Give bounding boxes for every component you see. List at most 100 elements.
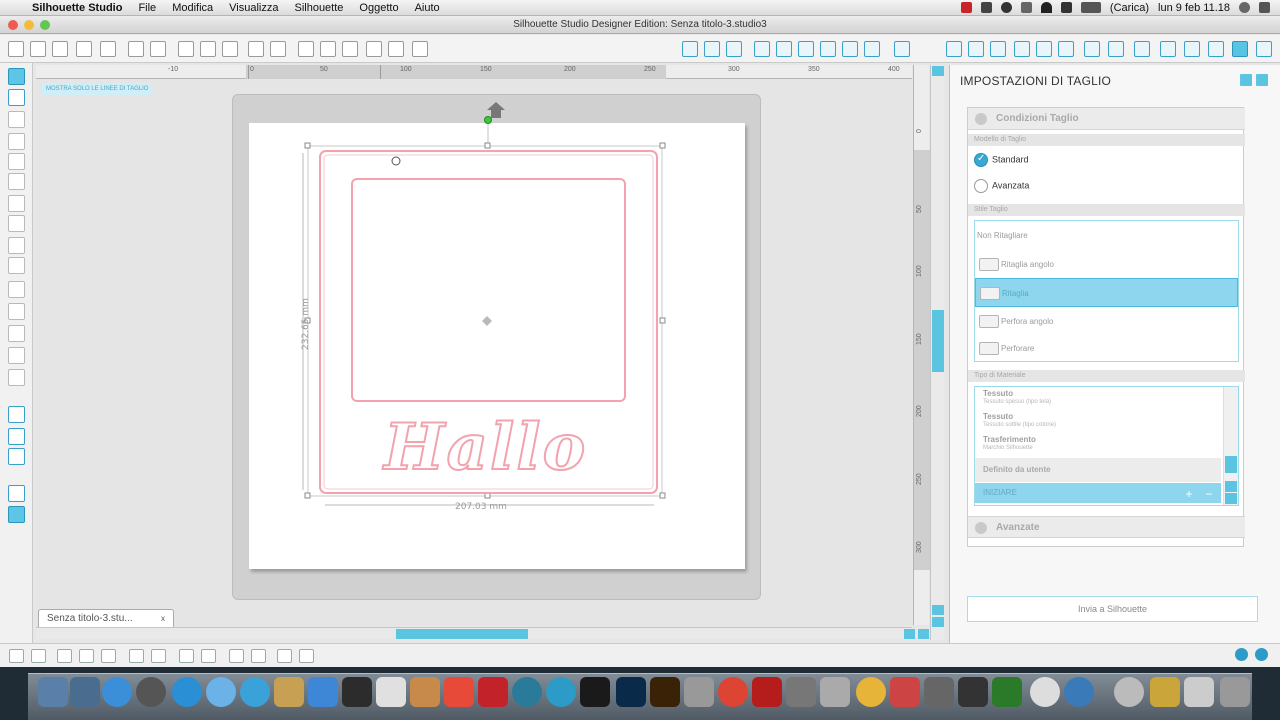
- cut-style-option[interactable]: Non Ritagliare: [975, 221, 1238, 250]
- new-doc-icon[interactable]: [8, 41, 24, 57]
- group-icon[interactable]: [9, 649, 24, 663]
- weld-icon[interactable]: [101, 649, 116, 663]
- menu-visualizza[interactable]: Visualizza: [221, 2, 286, 14]
- page-view-icon[interactable]: [8, 406, 25, 423]
- appstore-icon[interactable]: [102, 677, 132, 707]
- app-icon-5[interactable]: [890, 677, 920, 707]
- pattern-icon[interactable]: [798, 41, 814, 57]
- documents-icon[interactable]: [1184, 677, 1214, 707]
- calendar-icon[interactable]: [70, 677, 100, 707]
- menu-modifica[interactable]: Modifica: [164, 2, 221, 14]
- send-back-icon[interactable]: [201, 649, 216, 663]
- calendar-app-icon[interactable]: [444, 677, 474, 707]
- cut-style-option[interactable]: Ritaglia angolo: [975, 250, 1238, 279]
- trace-small-icon[interactable]: [251, 649, 266, 663]
- expand-chevron-icon[interactable]: [975, 522, 987, 534]
- line-color-icon[interactable]: [820, 41, 836, 57]
- send-to-silhouette-button[interactable]: Invia a Silhouette: [967, 596, 1258, 622]
- rotate-icon[interactable]: [968, 41, 984, 57]
- cut-conditions-header[interactable]: Condizioni Taglio: [968, 108, 1245, 130]
- text-tool-icon[interactable]: [8, 325, 25, 342]
- line-width-icon[interactable]: [864, 41, 880, 57]
- ellipse-tool-icon[interactable]: [8, 173, 25, 190]
- mode-advanced-radio[interactable]: Avanzata: [974, 179, 1029, 193]
- fit-page-icon[interactable]: [412, 41, 428, 57]
- hallo-text-cut[interactable]: Hallo: [381, 409, 587, 486]
- photoshop-icon[interactable]: [616, 677, 646, 707]
- checked-radio-icon[interactable]: [974, 153, 988, 167]
- settings-icon[interactable]: [1256, 41, 1272, 57]
- zoom-select-icon[interactable]: [366, 41, 382, 57]
- material-item[interactable]: Tessuto Tessuto spesso (tipo tela): [975, 389, 1221, 406]
- transform-icon[interactable]: [946, 41, 962, 57]
- modify-icon[interactable]: [1058, 41, 1074, 57]
- gear-icon[interactable]: [1235, 648, 1248, 661]
- duplicate-icon[interactable]: [129, 649, 144, 663]
- horizontal-scrollbar[interactable]: [36, 627, 929, 639]
- bring-front-icon[interactable]: [179, 649, 194, 663]
- vertical-scrollbar[interactable]: [930, 65, 944, 640]
- scroll-right-icon[interactable]: [918, 629, 929, 639]
- collapse-chevron-icon[interactable]: [975, 113, 987, 125]
- status-clock-icon[interactable]: [1000, 2, 1012, 13]
- online-store-icon[interactable]: [8, 448, 25, 465]
- replicate-icon[interactable]: [1036, 41, 1052, 57]
- vertical-scroll-thumb[interactable]: [932, 310, 944, 372]
- remove-material-icon[interactable]: −: [1201, 487, 1217, 501]
- filezilla-icon[interactable]: [752, 677, 782, 707]
- status-bluetooth-icon[interactable]: [1020, 2, 1032, 13]
- panel-collapse-icon[interactable]: [1240, 74, 1252, 86]
- open-library-icon[interactable]: [52, 41, 68, 57]
- trace-icon[interactable]: [1108, 41, 1124, 57]
- registration-icon[interactable]: [1134, 41, 1150, 57]
- radio-icon[interactable]: [974, 179, 988, 193]
- menu-aiuto[interactable]: Aiuto: [407, 2, 448, 14]
- page-setup-icon[interactable]: [726, 41, 742, 57]
- send-to-silhouette-icon[interactable]: [1160, 41, 1176, 57]
- cut-settings-icon[interactable]: [1184, 41, 1200, 57]
- menu-app-name[interactable]: Silhouette Studio: [30, 2, 130, 14]
- design-canvas[interactable]: MOSTRA SOLO LE LINEE DI TAGLIO 232.65 mm…: [36, 80, 912, 626]
- spotlight-icon[interactable]: [1239, 2, 1250, 13]
- freehand-tool-icon[interactable]: [8, 257, 25, 274]
- delete-icon[interactable]: [151, 649, 166, 663]
- illustrator-icon[interactable]: [650, 677, 680, 707]
- offset-small-icon[interactable]: [229, 649, 244, 663]
- app-icon-8[interactable]: [992, 677, 1022, 707]
- downloads-icon[interactable]: [1114, 677, 1144, 707]
- menu-oggetto[interactable]: Oggetto: [351, 2, 406, 14]
- zoom-in-icon[interactable]: [320, 41, 336, 57]
- knife-icon[interactable]: [1014, 41, 1030, 57]
- ungroup-icon[interactable]: [31, 649, 46, 663]
- arc-tool-icon[interactable]: [8, 237, 25, 254]
- app-icon-7[interactable]: [958, 677, 988, 707]
- status-tool-icon[interactable]: [980, 2, 992, 13]
- line-style-icon[interactable]: [842, 41, 858, 57]
- scroll-up-icon[interactable]: [932, 66, 944, 76]
- status-app-icon[interactable]: [960, 2, 972, 13]
- app-circle-icon[interactable]: [512, 677, 542, 707]
- menu-file[interactable]: File: [130, 2, 164, 14]
- app-icon-6[interactable]: [924, 677, 954, 707]
- paste-icon[interactable]: [200, 41, 216, 57]
- knife-tool-icon[interactable]: [8, 369, 25, 386]
- zoom-out-icon[interactable]: [342, 41, 358, 57]
- scroll-down-icon[interactable]: [1225, 493, 1237, 504]
- sketch-icon[interactable]: [1208, 41, 1224, 57]
- volume-icon[interactable]: [1060, 2, 1072, 13]
- print-cut-icon[interactable]: [150, 41, 166, 57]
- text-style-icon[interactable]: [894, 41, 910, 57]
- line-tool-icon[interactable]: [8, 111, 25, 128]
- mode-standard-radio[interactable]: Standard: [974, 153, 1029, 167]
- copy-icon[interactable]: [178, 41, 194, 57]
- facetime-icon[interactable]: [240, 677, 270, 707]
- edit-points-icon[interactable]: [8, 89, 25, 106]
- photo-window-cut[interactable]: [351, 178, 626, 402]
- preview-icon[interactable]: [410, 677, 440, 707]
- cut-icon[interactable]: [222, 41, 238, 57]
- scroll-left-icon[interactable]: [904, 629, 915, 639]
- close-tab-icon[interactable]: x: [161, 610, 165, 627]
- move-handle-icon[interactable]: [487, 102, 505, 118]
- eraser-tool-icon[interactable]: [8, 347, 25, 364]
- design-artwork[interactable]: 232.65 mm 207.03 mm Hallo: [36, 80, 912, 626]
